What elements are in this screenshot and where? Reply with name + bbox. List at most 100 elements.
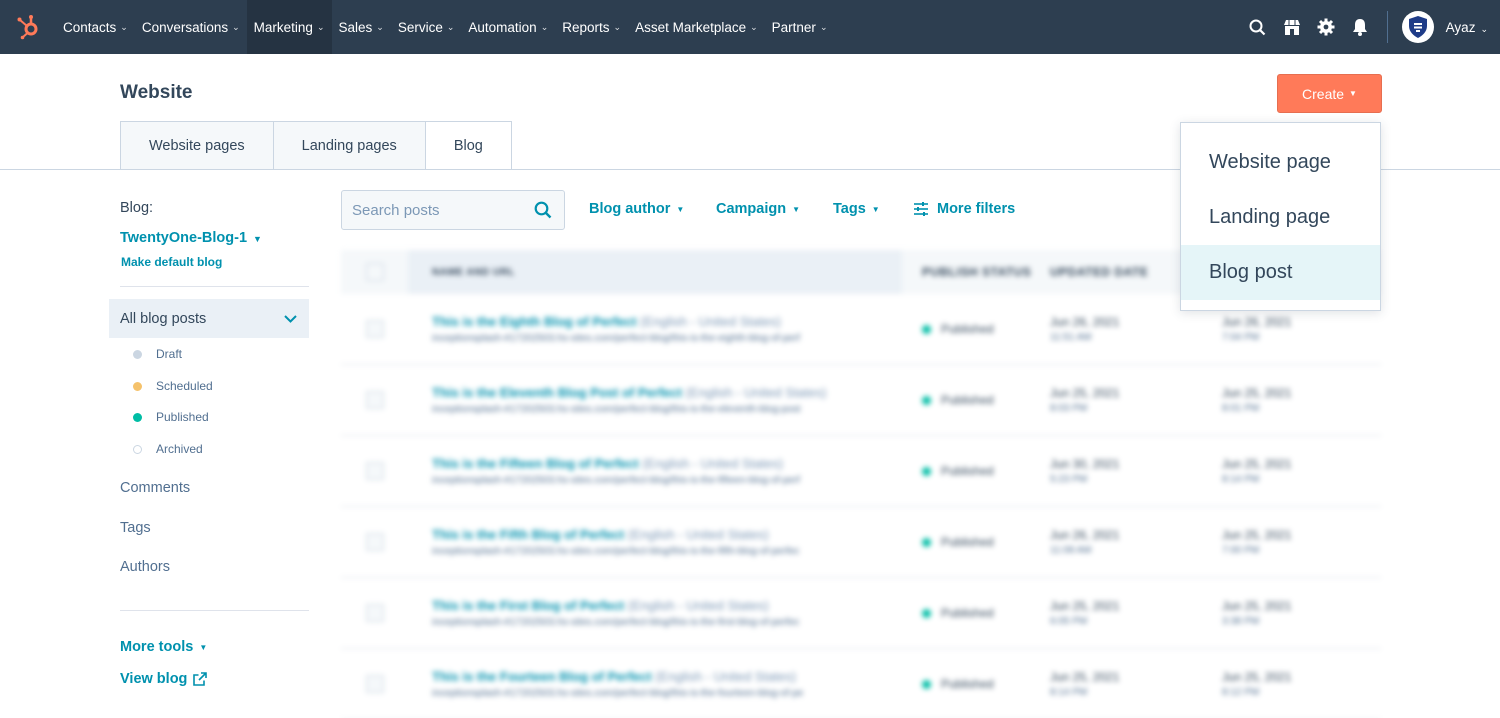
create-button-label: Create — [1302, 85, 1345, 102]
main-menu: Contacts ⌄ Conversations ⌄ Marketing ⌄ Sale… — [56, 0, 834, 54]
row-checkbox[interactable] — [366, 391, 384, 409]
post-name-cell: This is the Eighth Blog of Perfect (Engl… — [408, 314, 902, 344]
date-text: Jun 25, 2021 — [1222, 386, 1292, 400]
post-title-link[interactable]: This is the Fifth Blog of Perfect (Engli… — [432, 527, 902, 542]
chevron-down-icon: ⌄ — [750, 21, 758, 32]
table-row[interactable]: This is the Fifth Blog of Perfect (Engli… — [341, 507, 1381, 578]
column-header-status[interactable]: PUBLISH STATUS — [902, 265, 1050, 279]
date-text: Jun 25, 2021 — [1050, 386, 1120, 400]
hubspot-logo-icon[interactable] — [0, 0, 56, 54]
status-text: Published — [941, 677, 994, 691]
sidebar-item-tags[interactable]: Tags — [120, 520, 151, 536]
status-dot — [922, 679, 931, 689]
search-icon[interactable] — [1241, 0, 1275, 54]
post-title-link[interactable]: This is the Eighth Blog of Perfect (Engl… — [432, 314, 902, 329]
tags-filter[interactable]: Tags ▼ — [833, 201, 880, 217]
menu-item-website-page[interactable]: Website page — [1181, 135, 1380, 190]
table-row[interactable]: This is the Fifteen Blog of Perfect (Eng… — [341, 436, 1381, 507]
blog-selector[interactable]: TwentyOne-Blog-1 ▼ — [120, 230, 262, 246]
menu-item-landing-page[interactable]: Landing page — [1181, 190, 1380, 245]
tab-website-pages[interactable]: Website pages — [120, 121, 273, 170]
row-checkbox[interactable] — [366, 675, 384, 693]
post-title: This is the Eighth Blog of Perfect — [432, 314, 637, 329]
row-checkbox[interactable] — [366, 320, 384, 338]
status-text: Published — [941, 393, 994, 407]
status-dot — [922, 608, 931, 618]
row-checkbox[interactable] — [366, 462, 384, 480]
tab-landing-pages[interactable]: Landing pages — [272, 121, 425, 170]
blog-author-filter[interactable]: Blog author ▼ — [589, 201, 684, 217]
content-tabs: Website pages Landing pages Blog — [120, 121, 512, 170]
row-checkbox[interactable] — [366, 533, 384, 551]
date-text: Jun 25, 2021 — [1050, 599, 1120, 613]
search-icon[interactable] — [534, 201, 552, 219]
blog-posts-table: NAME AND URL PUBLISH STATUS UPDATED DATE… — [341, 250, 1381, 718]
time-text: 3:38 PM — [1222, 616, 1260, 627]
user-menu[interactable]: Ayaz ⌄ — [1446, 20, 1488, 35]
chevron-down-icon: ⌄ — [446, 21, 455, 32]
page-title: Website — [120, 82, 193, 103]
create-button[interactable]: Create ▼ — [1277, 74, 1382, 113]
tab-blog[interactable]: Blog — [424, 121, 512, 170]
caret-down-icon: ▼ — [871, 204, 880, 214]
view-blog-link[interactable]: View blog — [120, 671, 208, 687]
nav-asset-marketplace[interactable]: Asset Marketplace ⌄ — [628, 0, 765, 54]
caret-down-icon: ▼ — [792, 204, 801, 214]
nav-automation[interactable]: Automation ⌄ — [461, 0, 555, 54]
post-title-link[interactable]: This is the Fourteen Blog of Perfect (En… — [432, 669, 902, 684]
post-title-link[interactable]: This is the Eleventh Blog Post of Perfec… — [432, 385, 902, 400]
top-navigation: Contacts ⌄ Conversations ⌄ Marketing ⌄ Sale… — [0, 0, 1500, 54]
nav-conversations[interactable]: Conversations ⌄ — [135, 0, 247, 54]
nav-reports[interactable]: Reports ⌄ — [555, 0, 628, 54]
filter-label: Tags — [833, 201, 866, 217]
nav-label: Sales — [338, 19, 373, 35]
updated-date-cell: Jun 25, 2021 8:03 PM — [1050, 386, 1222, 414]
status-filter-archived[interactable]: Archived — [133, 442, 203, 456]
sidebar-item-comments[interactable]: Comments — [120, 480, 190, 496]
marketplace-icon[interactable] — [1275, 0, 1309, 54]
status-filter-draft[interactable]: Draft — [133, 347, 182, 361]
table-row[interactable]: This is the Fourteen Blog of Perfect (En… — [341, 649, 1381, 718]
post-name-cell: This is the Eleventh Blog Post of Perfec… — [408, 385, 902, 415]
more-tools-dropdown[interactable]: More tools ▼ — [120, 639, 207, 655]
row-select-cell — [341, 462, 408, 480]
more-filters-button[interactable]: More filters — [913, 201, 1015, 217]
table-row[interactable]: This is the First Blog of Perfect (Engli… — [341, 578, 1381, 649]
select-all-cell — [341, 263, 408, 281]
status-filter-published[interactable]: Published — [133, 410, 209, 424]
user-avatar[interactable] — [1401, 11, 1434, 43]
sidebar-item-authors[interactable]: Authors — [120, 559, 170, 575]
caret-down-icon: ▼ — [199, 642, 208, 652]
status-filter-scheduled[interactable]: Scheduled — [133, 379, 213, 393]
publish-status-cell: Published — [902, 606, 1050, 620]
post-name-cell: This is the Fifth Blog of Perfect (Engli… — [408, 527, 902, 557]
menu-item-blog-post[interactable]: Blog post — [1181, 245, 1380, 300]
post-url: inceptionsplash-#17202503.hs-sites.com/p… — [432, 617, 800, 628]
status-text: Published — [941, 535, 994, 549]
settings-icon[interactable] — [1309, 0, 1343, 54]
notifications-bell-icon[interactable] — [1343, 0, 1377, 54]
post-name-cell: This is the Fourteen Blog of Perfect (En… — [408, 669, 902, 699]
date-text: Jun 25, 2021 — [1222, 599, 1292, 613]
row-checkbox[interactable] — [366, 604, 384, 622]
nav-service[interactable]: Service ⌄ — [391, 0, 462, 54]
post-title-link[interactable]: This is the First Blog of Perfect (Engli… — [432, 598, 902, 613]
column-header-name[interactable]: NAME AND URL — [408, 250, 902, 294]
campaign-filter[interactable]: Campaign ▼ — [716, 201, 800, 217]
post-url: inceptionsplash-#17202503.hs-sites.com/p… — [432, 475, 800, 486]
nav-contacts[interactable]: Contacts ⌄ — [56, 0, 135, 54]
post-title-link[interactable]: This is the Fifteen Blog of Perfect (Eng… — [432, 456, 902, 471]
status-label: Scheduled — [156, 379, 213, 393]
select-all-checkbox[interactable] — [366, 263, 384, 281]
blog-name: TwentyOne-Blog-1 — [120, 230, 248, 246]
nav-sales[interactable]: Sales ⌄ — [332, 0, 391, 54]
table-row[interactable]: This is the Eleventh Blog Post of Perfec… — [341, 365, 1381, 436]
nav-partner[interactable]: Partner ⌄ — [765, 0, 835, 54]
sidebar-item-all-blog-posts[interactable]: All blog posts — [109, 299, 309, 338]
nav-marketing[interactable]: Marketing ⌄ — [246, 0, 332, 54]
status-text: Published — [941, 606, 994, 620]
post-title: This is the Eleventh Blog Post of Perfec… — [432, 385, 682, 400]
search-posts-field[interactable] — [341, 190, 565, 230]
search-input[interactable] — [352, 201, 522, 219]
make-default-blog-link[interactable]: Make default blog — [121, 255, 222, 269]
